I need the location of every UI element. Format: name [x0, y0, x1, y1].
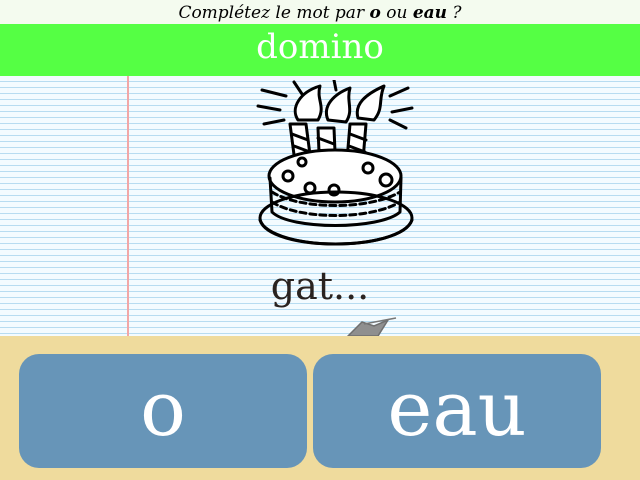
- cake-icon: [256, 80, 414, 246]
- notebook-paper: gat...: [0, 76, 640, 336]
- instruction-suffix: ?: [447, 3, 462, 23]
- answer-label-eau: eau: [387, 364, 527, 453]
- incomplete-word: gat...: [270, 264, 370, 308]
- answer-button-eau[interactable]: eau: [313, 354, 601, 468]
- instruction-option-b: eau: [412, 3, 448, 23]
- instruction-option-a: o: [369, 3, 381, 23]
- answer-area: o eau: [0, 336, 640, 480]
- pencil-icon: [346, 317, 397, 336]
- instruction-middle: ou: [380, 3, 413, 23]
- instruction-text: Complétez le mot par o ou eau ?: [0, 0, 640, 24]
- page-title: domino: [256, 27, 384, 67]
- title-bar: domino: [0, 24, 640, 76]
- answer-button-o[interactable]: o: [19, 354, 307, 468]
- answer-label-o: o: [140, 364, 186, 453]
- instruction-prefix: Complétez le mot par: [178, 3, 370, 23]
